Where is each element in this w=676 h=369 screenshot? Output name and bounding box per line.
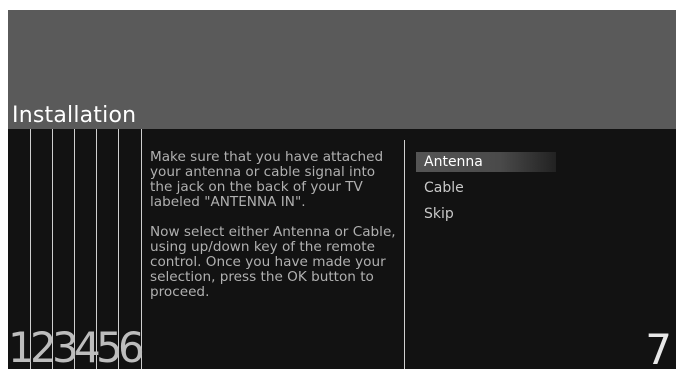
instruction-paragraph-1: Make sure that you have attached your an… (150, 149, 384, 210)
header-bar: Installation (8, 10, 676, 129)
step-number-6: 6 (118, 323, 145, 369)
step-number-2: 2 (30, 323, 57, 369)
current-step-number: 7 (645, 325, 672, 369)
column-divider (404, 140, 405, 369)
signal-source-menu: Antenna Cable Skip (416, 152, 556, 230)
menu-item-antenna[interactable]: Antenna (416, 152, 556, 172)
step-progress: 1 2 3 4 5 6 (8, 129, 145, 369)
menu-item-skip[interactable]: Skip (416, 204, 556, 224)
step-number-4: 4 (74, 323, 101, 369)
instruction-text: Make sure that you have attached your an… (150, 150, 400, 315)
step-number-5: 5 (96, 323, 123, 369)
menu-item-cable[interactable]: Cable (416, 178, 556, 198)
installation-screen: Installation 1 2 3 4 5 6 Make sure that … (8, 10, 676, 369)
page-title: Installation (12, 103, 137, 128)
step-number-1: 1 (8, 323, 35, 369)
step-number-3: 3 (52, 323, 79, 369)
instruction-paragraph-2: Now select either Antenna or Cable, usin… (150, 224, 396, 300)
